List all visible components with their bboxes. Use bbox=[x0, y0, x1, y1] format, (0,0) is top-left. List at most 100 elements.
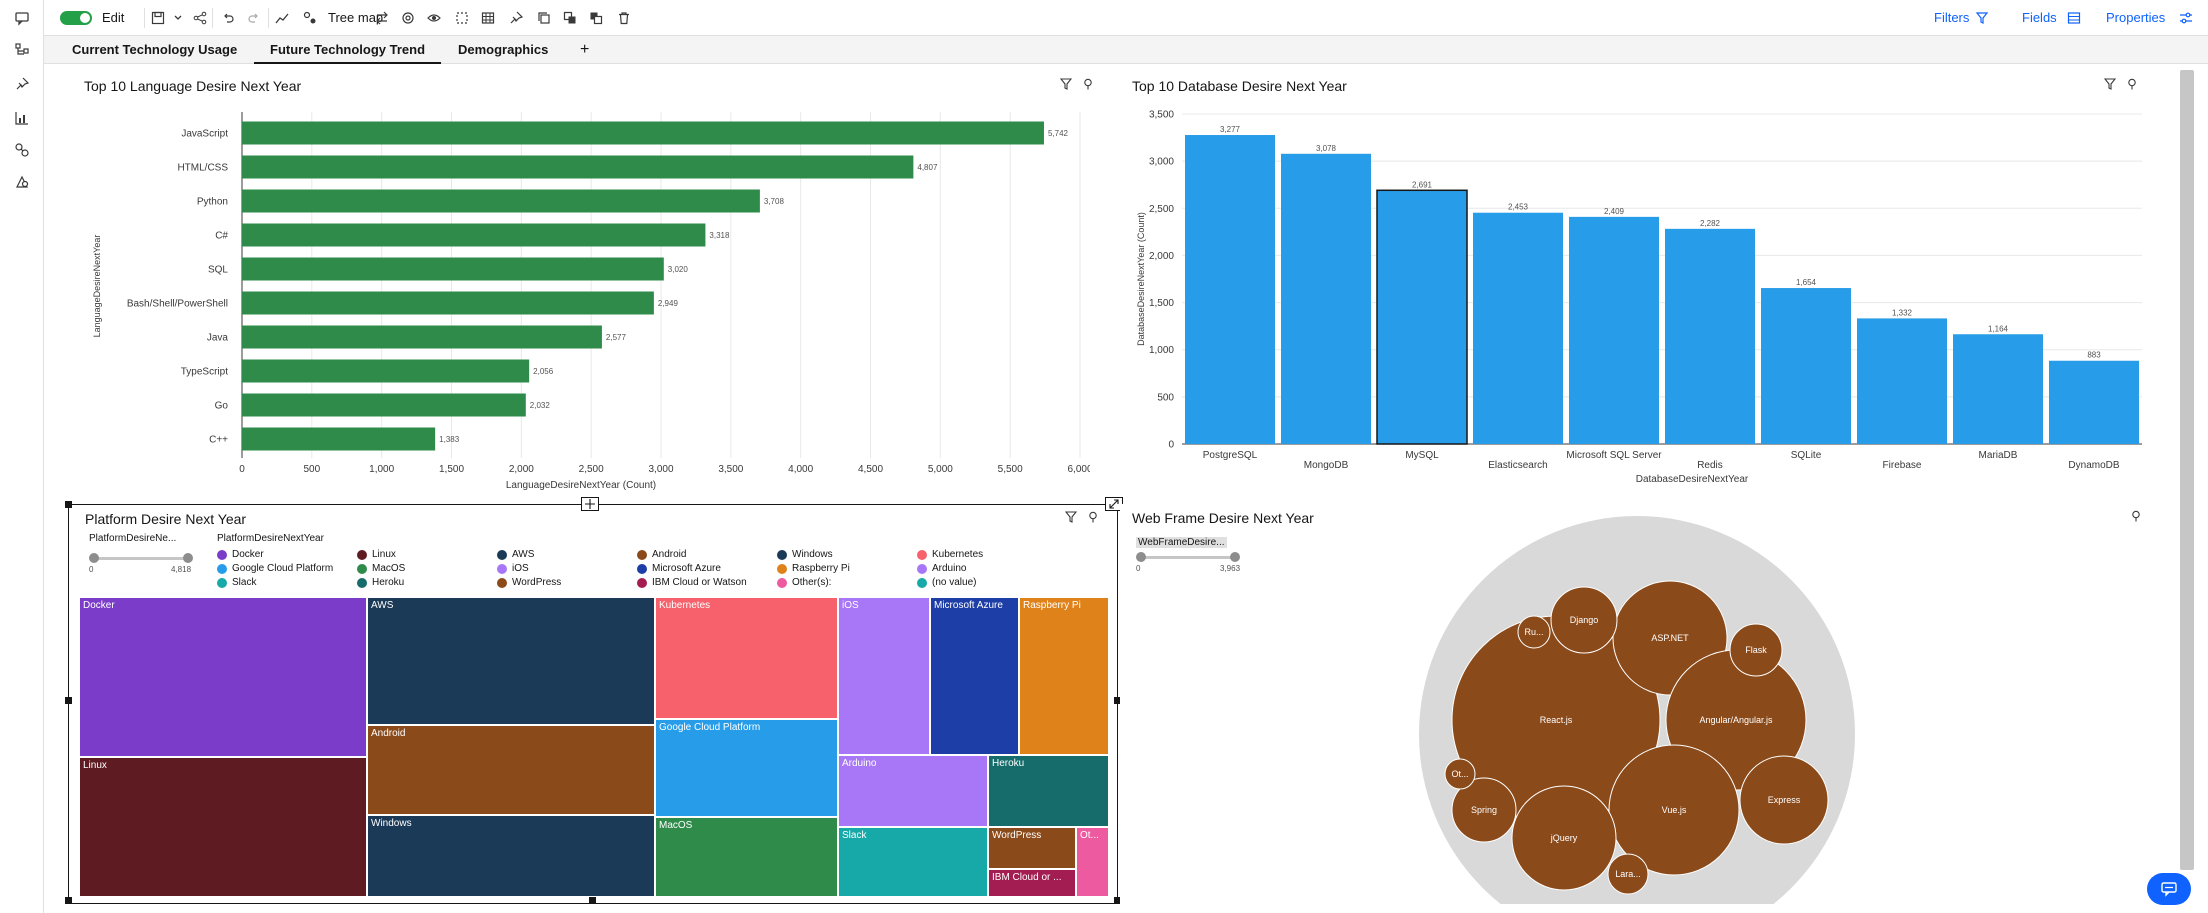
vertical-scrollbar[interactable] bbox=[2180, 70, 2194, 870]
platform-treemap: Docker Linux AWS Android Windows Kubernetes Go… bbox=[79, 597, 1109, 897]
data-label: 2,949 bbox=[658, 299, 679, 308]
legend-item[interactable]: IBM Cloud or Watson bbox=[637, 577, 747, 588]
undo-icon[interactable] bbox=[218, 8, 238, 28]
chat-button[interactable] bbox=[2147, 873, 2191, 905]
comment-icon[interactable] bbox=[10, 6, 34, 30]
fields-icon[interactable] bbox=[2064, 8, 2084, 28]
treemap-cell[interactable]: Windows bbox=[367, 815, 655, 897]
legend-item[interactable]: Slack bbox=[217, 577, 256, 588]
legend-item[interactable]: Windows bbox=[777, 549, 833, 560]
visualization-icon[interactable] bbox=[300, 8, 320, 28]
select-icon[interactable] bbox=[452, 8, 472, 28]
legend-item[interactable]: Heroku bbox=[357, 577, 404, 588]
treemap-cell[interactable]: Slack bbox=[838, 827, 988, 897]
slider-max-handle[interactable] bbox=[183, 553, 193, 563]
category-label: Elasticsearch bbox=[1488, 460, 1547, 471]
filters-button[interactable]: Filters bbox=[1934, 10, 1969, 25]
database-desire-panel[interactable]: Top 10 Database Desire Next Year 0 500 1,0… bbox=[1120, 72, 2170, 492]
treemap-cell[interactable]: Ot... bbox=[1076, 827, 1109, 897]
chevron-down-icon[interactable] bbox=[168, 8, 188, 28]
delete-icon[interactable] bbox=[614, 8, 634, 28]
legend-item[interactable]: Docker bbox=[217, 549, 264, 560]
legend-item[interactable]: (no value) bbox=[917, 577, 976, 588]
pin-widget-icon[interactable] bbox=[506, 8, 526, 28]
bar-chart-icon[interactable] bbox=[10, 106, 34, 130]
assistant-icon[interactable] bbox=[10, 170, 34, 194]
category-label: C++ bbox=[209, 435, 228, 446]
legend-item[interactable]: Google Cloud Platform bbox=[217, 563, 333, 574]
treemap-cell[interactable]: MacOS bbox=[655, 817, 838, 897]
pin-icon[interactable] bbox=[10, 72, 34, 96]
data-label: 2,282 bbox=[1700, 219, 1721, 228]
properties-icon[interactable] bbox=[2176, 8, 2196, 28]
legend-item[interactable]: Microsoft Azure bbox=[637, 563, 721, 574]
data-label: 1,383 bbox=[439, 435, 460, 444]
treemap-cell[interactable]: Microsoft Azure bbox=[930, 597, 1019, 755]
table-icon[interactable] bbox=[478, 8, 498, 28]
target-icon[interactable] bbox=[398, 8, 418, 28]
redo-icon[interactable] bbox=[244, 8, 264, 28]
bring-forward-icon[interactable] bbox=[560, 8, 580, 28]
send-backward-icon[interactable] bbox=[586, 8, 606, 28]
platform-range-slider[interactable]: PlatformDesireNe... 0 4,818 bbox=[89, 533, 199, 574]
legend-item[interactable]: Other(s): bbox=[777, 577, 831, 588]
legend-item[interactable]: Raspberry Pi bbox=[777, 563, 850, 574]
data-label: 1,164 bbox=[1988, 324, 2009, 333]
treemap-cell[interactable]: WordPress bbox=[988, 827, 1076, 869]
treemap-cell[interactable]: iOS bbox=[838, 597, 930, 755]
legend-item[interactable]: Android bbox=[637, 549, 686, 560]
resize-handle[interactable] bbox=[65, 897, 72, 904]
legend-item[interactable]: MacOS bbox=[357, 563, 405, 574]
treemap-cell[interactable]: Raspberry Pi bbox=[1019, 597, 1109, 755]
language-desire-panel[interactable]: Top 10 Language Desire Next Year 0 500 1,0… bbox=[70, 72, 1092, 492]
view-icon[interactable] bbox=[424, 8, 444, 28]
filter-icon[interactable] bbox=[1972, 8, 1992, 28]
fields-button[interactable]: Fields bbox=[2022, 10, 2057, 25]
category-label: Bash/Shell/PowerShell bbox=[127, 299, 228, 310]
legend-item[interactable]: Arduino bbox=[917, 563, 966, 574]
treemap-cell[interactable]: Kubernetes bbox=[655, 597, 838, 719]
treemap-cell[interactable]: Docker bbox=[79, 597, 367, 757]
panel-title: Platform Desire Next Year bbox=[85, 511, 247, 527]
tree-structure-icon[interactable] bbox=[10, 38, 34, 62]
tab-future-technology-trend[interactable]: Future Technology Trend bbox=[254, 36, 442, 64]
tab-demographics[interactable]: Demographics bbox=[442, 36, 564, 64]
y-tick-label: 2,000 bbox=[1149, 251, 1174, 262]
data-label: 2,691 bbox=[1412, 180, 1433, 189]
swap-icon[interactable] bbox=[372, 8, 392, 28]
pin-icon[interactable] bbox=[1087, 511, 1099, 526]
legend-item[interactable]: AWS bbox=[497, 549, 534, 560]
trend-icon[interactable] bbox=[272, 8, 292, 28]
properties-button[interactable]: Properties bbox=[2106, 10, 2165, 25]
legend-item[interactable]: Kubernetes bbox=[917, 549, 983, 560]
tab-current-technology-usage[interactable]: Current Technology Usage bbox=[56, 36, 253, 64]
y-tick-label: 1,500 bbox=[1149, 298, 1174, 309]
legend-item[interactable]: iOS bbox=[497, 563, 529, 574]
resize-handle[interactable] bbox=[589, 897, 596, 904]
treemap-cell[interactable]: Arduino bbox=[838, 755, 988, 827]
slider-min-handle[interactable] bbox=[89, 553, 99, 563]
platform-desire-panel[interactable]: Platform Desire Next Year PlatformDesire… bbox=[65, 497, 1123, 904]
legend-item[interactable]: Linux bbox=[357, 549, 396, 560]
treemap-cell[interactable]: AWS bbox=[367, 597, 655, 725]
move-handle-icon[interactable] bbox=[581, 497, 599, 511]
data-module-icon[interactable] bbox=[10, 138, 34, 162]
edit-toggle[interactable] bbox=[60, 11, 92, 25]
resize-handle[interactable] bbox=[65, 697, 72, 704]
slider-track[interactable] bbox=[91, 557, 191, 560]
legend-item[interactable]: WordPress bbox=[497, 577, 561, 588]
resize-handle[interactable] bbox=[65, 501, 72, 508]
filter-icon[interactable] bbox=[1064, 511, 1078, 526]
bubble-label: Lara... bbox=[1615, 869, 1641, 879]
copy-icon[interactable] bbox=[534, 8, 554, 28]
save-icon[interactable] bbox=[148, 8, 168, 28]
x-tick-label: 1,000 bbox=[369, 464, 394, 475]
treemap-cell[interactable]: Android bbox=[367, 725, 655, 815]
webframe-desire-panel[interactable]: Web Frame Desire Next Year WebFrameDesir… bbox=[1120, 504, 2170, 904]
add-tab-button[interactable]: + bbox=[580, 36, 589, 64]
treemap-cell[interactable]: IBM Cloud or ... bbox=[988, 869, 1076, 897]
treemap-cell[interactable]: Linux bbox=[79, 757, 367, 897]
treemap-cell[interactable]: Heroku bbox=[988, 755, 1109, 827]
share-icon[interactable] bbox=[190, 8, 210, 28]
treemap-cell[interactable]: Google Cloud Platform bbox=[655, 719, 838, 817]
